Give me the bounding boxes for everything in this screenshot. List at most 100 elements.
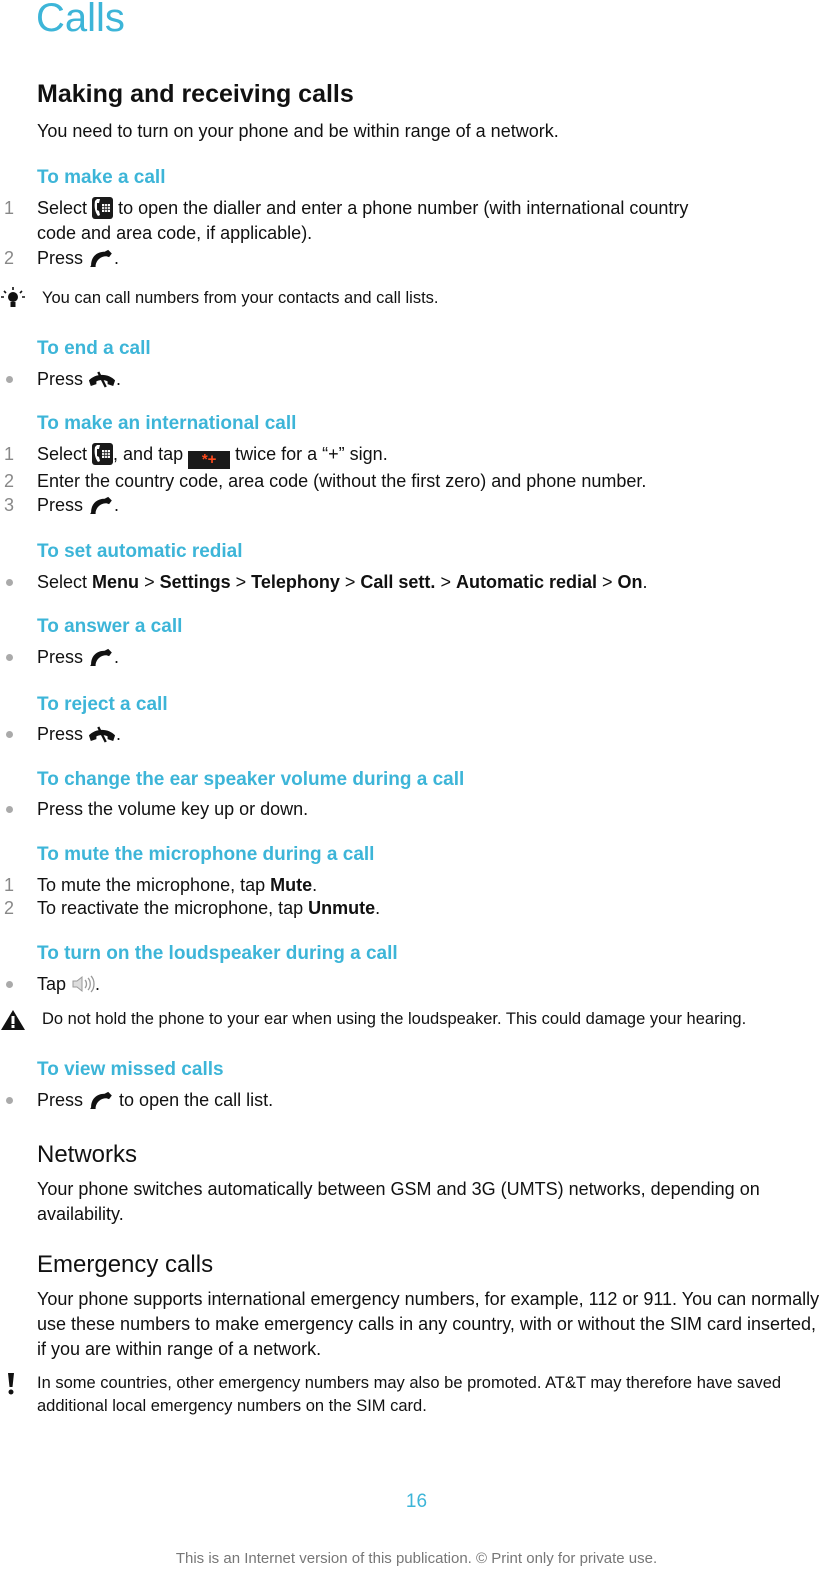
step-text: Press (37, 647, 84, 667)
exclamation-icon (8, 1373, 14, 1395)
end-call-step: Press . (0, 367, 833, 392)
path-separator: > (602, 572, 613, 592)
period: . (312, 875, 318, 895)
step-text: Press (37, 495, 84, 515)
lightbulb-tip-icon (1, 287, 25, 307)
menu-path-on: On (617, 572, 643, 592)
step-text: Enter the country code, area code (witho… (37, 471, 647, 491)
period: . (116, 724, 122, 744)
make-call-step-2: 2 Press . (0, 246, 833, 271)
tip-text: You can call numbers from your contacts … (42, 289, 439, 307)
heading-ear-volume: To change the ear speaker volume during … (37, 769, 465, 790)
section-title-emergency: Emergency calls (37, 1251, 214, 1278)
ear-volume-step: Press the volume key up or down. (0, 797, 833, 822)
path-separator: > (344, 572, 356, 592)
intro-text: You need to turn on your phone and be wi… (37, 121, 559, 141)
footer-disclaimer: This is an Internet version of this publ… (175, 1550, 658, 1567)
reject-call-step: Press . (0, 722, 833, 747)
step-text: code and area code, if applicable). (37, 223, 313, 243)
tip-note: You can call numbers from your contacts … (0, 287, 833, 311)
step-text: Press (37, 369, 84, 389)
step-text: To mute the microphone, tap (37, 875, 266, 895)
end-call-icon (88, 371, 116, 388)
step-number: 3 (4, 495, 15, 515)
heading-mute-mic: To mute the microphone during a call (37, 844, 375, 865)
mute-step-1: 1 To mute the microphone, tap Mute. (0, 873, 833, 898)
menu-path-automatic-redial: Automatic redial (455, 572, 597, 592)
warning-note: Do not hold the phone to your ear when u… (0, 1008, 833, 1032)
heading-loudspeaker: To turn on the loudspeaker during a call (37, 943, 398, 964)
intl-step-3: 3 Press . (0, 493, 833, 518)
important-text: In some countries, other emergency numbe… (37, 1374, 782, 1415)
make-call-step-1: 1 Select to open the dialler and enter a… (0, 196, 833, 246)
loudspeaker-icon (72, 975, 95, 993)
step-text: Select (37, 198, 88, 218)
mute-step-2: 2 To reactivate the microphone, tap Unmu… (0, 896, 833, 921)
section-title-networks: Networks (37, 1141, 138, 1168)
step-number: 1 (4, 198, 15, 218)
step-number: 2 (4, 248, 15, 268)
call-icon (88, 496, 114, 514)
warning-text: Do not hold the phone to your ear when u… (42, 1010, 747, 1028)
step-text: twice for a “+” sign. (235, 444, 388, 464)
step-text: to open the call list. (119, 1090, 274, 1110)
menu-path-menu: Menu (92, 572, 140, 592)
important-note: In some countries, other emergency numbe… (0, 1372, 833, 1420)
heading-answer-call: To answer a call (37, 616, 183, 637)
heading-auto-redial: To set automatic redial (37, 541, 243, 562)
bullet (6, 731, 13, 738)
bullet (6, 981, 13, 988)
heading-make-call: To make a call (37, 167, 166, 188)
path-separator: > (440, 572, 451, 592)
chapter-title: Calls (36, 0, 125, 40)
step-number: 1 (4, 444, 15, 464)
heading-missed-calls: To view missed calls (37, 1059, 224, 1080)
dialer-icon (92, 197, 114, 219)
step-text: Press (37, 1090, 84, 1110)
step-text: Press the volume key up or down. (37, 799, 309, 819)
path-separator: > (144, 572, 155, 592)
bullet (6, 579, 13, 586)
heading-end-call: To end a call (37, 338, 151, 359)
section-title-making-receiving: Making and receiving calls (37, 80, 354, 108)
period: . (95, 974, 101, 994)
missed-calls-step: Press to open the call list. (0, 1088, 833, 1113)
star-plus-key-icon: *+ (188, 451, 231, 469)
period: . (375, 898, 381, 918)
heading-reject-call: To reject a call (37, 694, 168, 715)
unmute-label: Unmute (308, 898, 376, 918)
path-separator: > (235, 572, 247, 592)
step-text: to open the dialler and enter a phone nu… (118, 198, 689, 218)
auto-redial-step: Select Menu > Settings > Telephony > Cal… (0, 570, 833, 595)
step-text: Select (37, 444, 88, 464)
page-number: 16 (405, 1491, 428, 1512)
step-number: 2 (4, 898, 15, 918)
call-icon (88, 1091, 114, 1109)
step-text: , and tap (113, 444, 184, 464)
step-text: To reactivate the microphone, tap (37, 898, 304, 918)
dialer-icon (92, 443, 114, 465)
intl-step-2: 2 Enter the country code, area code (wit… (0, 469, 833, 494)
networks-body: Your phone switches automatically betwee… (37, 1179, 760, 1224)
loudspeaker-step: Tap . (0, 972, 833, 997)
step-text: Select (37, 572, 88, 592)
bullet (6, 1097, 13, 1104)
heading-international-call: To make an international call (37, 413, 297, 434)
answer-call-step: Press . (0, 645, 833, 670)
bullet (6, 806, 13, 813)
step-text: Press (37, 724, 84, 744)
step-text: Tap (37, 974, 67, 994)
call-icon (88, 648, 114, 666)
step-number: 1 (4, 875, 15, 895)
menu-path-call-sett: Call sett. (360, 572, 436, 592)
call-icon (88, 249, 114, 267)
step-number: 2 (4, 471, 15, 491)
step-text: Press (37, 248, 84, 268)
intl-step-1: 1 Select , and tap *+ twice for a “+” si… (0, 442, 833, 469)
period: . (114, 647, 120, 667)
menu-path-telephony: Telephony (251, 572, 340, 592)
mute-label: Mute (270, 875, 313, 895)
end-call-icon (88, 726, 116, 743)
period: . (642, 572, 648, 592)
menu-path-settings: Settings (159, 572, 231, 592)
